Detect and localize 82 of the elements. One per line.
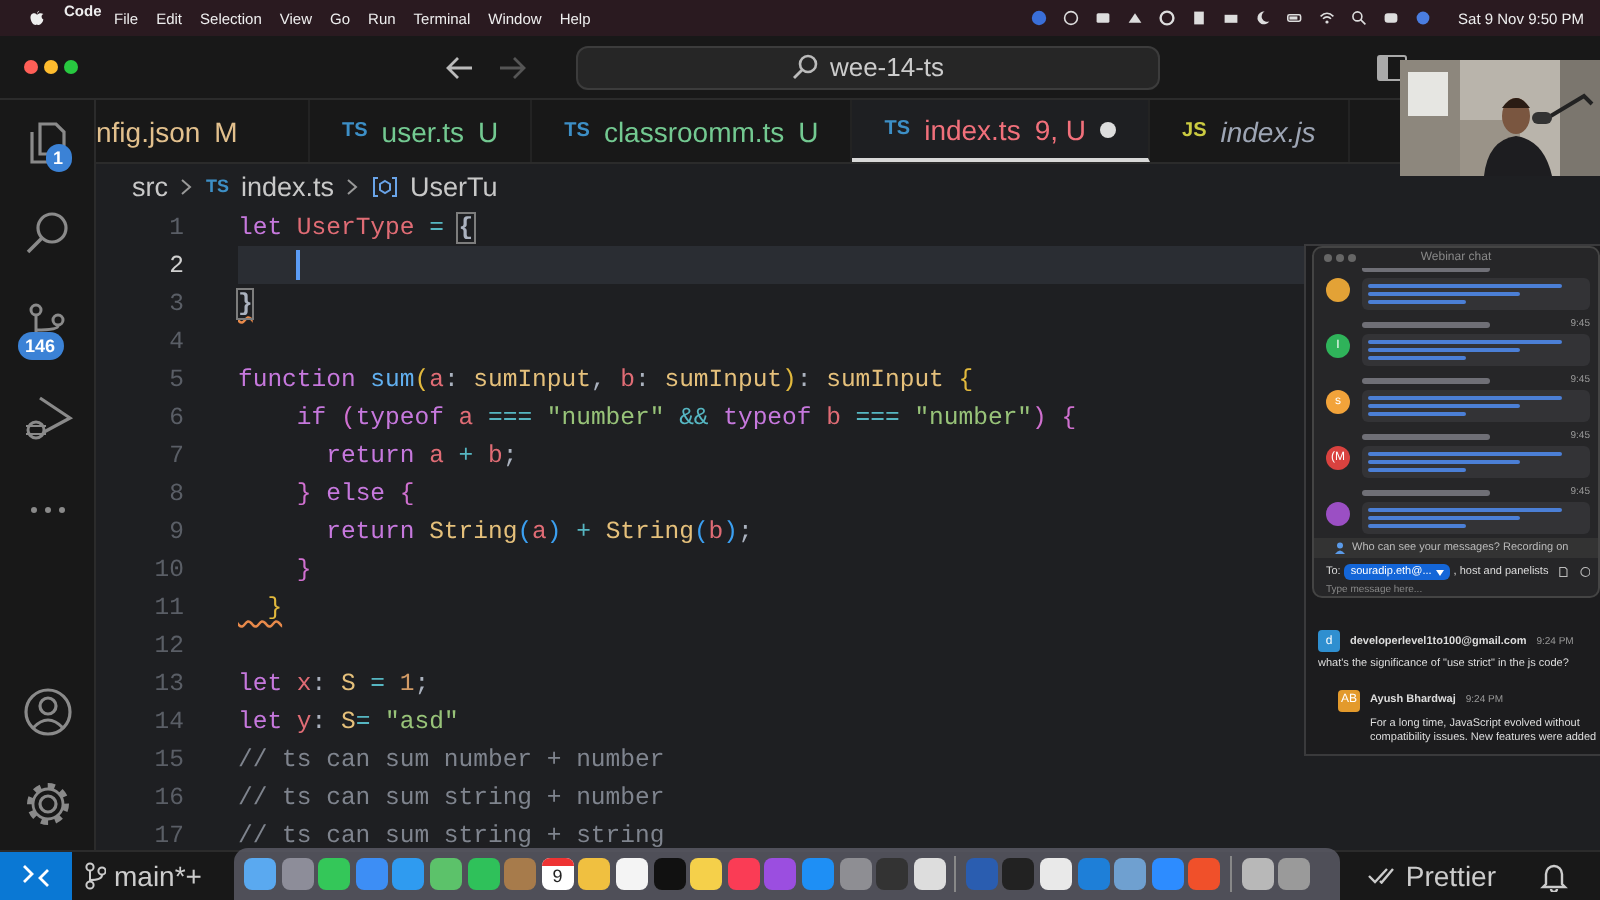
line-number: 15 xyxy=(152,745,184,773)
line-number: 6 xyxy=(167,403,184,431)
line-number: 16 xyxy=(152,783,184,811)
line-number: 3 xyxy=(167,289,184,317)
code-line: } xyxy=(265,593,283,621)
line-number: 10 xyxy=(152,555,184,583)
app-icon[interactable] xyxy=(913,858,946,890)
code-line: } else { xyxy=(294,479,415,507)
sidebar-toggle-icon[interactable] xyxy=(1376,53,1408,81)
battery-icon[interactable] xyxy=(1286,10,1305,26)
zoom-button[interactable] xyxy=(64,60,78,74)
app-icon[interactable] xyxy=(318,858,351,890)
code-line: let y: S= "asd" xyxy=(238,707,459,735)
prettier-status[interactable]: Prettier xyxy=(1367,860,1496,892)
line-number: 1 xyxy=(167,213,184,241)
code-line: // ts can sum string + number xyxy=(238,783,665,811)
account-icon[interactable] xyxy=(21,686,73,738)
breadcrumb-item[interactable]: src xyxy=(132,171,168,201)
editor-tab[interactable]: TS index.ts 9, U xyxy=(852,100,1151,162)
code-line: let x: S = 1; xyxy=(238,669,430,697)
app-icon[interactable] xyxy=(690,858,723,890)
code-line: function sum(a: sumInput, b: sumInput): sumInput { xyxy=(238,365,974,393)
variable-icon xyxy=(372,175,399,197)
bell-icon[interactable] xyxy=(1540,861,1568,891)
editor-tab[interactable]: nfig.json M xyxy=(96,100,310,162)
line-number: 7 xyxy=(167,441,184,469)
text-cursor xyxy=(296,250,300,280)
code-line: let UserType = { xyxy=(238,213,474,241)
app-icon[interactable] xyxy=(578,858,611,890)
code-line: return String(a) + String(b); xyxy=(324,517,753,545)
branch-icon xyxy=(84,862,106,890)
wifi-icon[interactable] xyxy=(1318,10,1337,26)
code-line: return a + b; xyxy=(324,441,518,469)
remote-button[interactable] xyxy=(0,852,72,900)
code-line: // ts can sum number + number xyxy=(238,745,665,773)
line-number: 13 xyxy=(152,669,184,697)
line-number: 2 xyxy=(167,251,184,279)
command-center-search[interactable]: wee-14-ts xyxy=(576,45,1160,89)
run-debug-icon[interactable] xyxy=(21,392,73,444)
check-icon xyxy=(1367,868,1394,884)
notification-badge: 146 xyxy=(17,332,64,360)
app-icon[interactable] xyxy=(467,858,500,890)
code-line: if (typeof a === "number" && typeof b === "number") { xyxy=(294,403,1077,431)
search-icon xyxy=(791,54,818,80)
back-arrow-icon[interactable] xyxy=(444,53,476,81)
code-line: } xyxy=(294,555,312,583)
app-icon[interactable] xyxy=(1040,858,1073,890)
app-icon[interactable] xyxy=(615,858,648,890)
minimize-button[interactable] xyxy=(44,60,58,74)
line-number: 17 xyxy=(152,821,184,849)
forward-arrow-icon[interactable] xyxy=(496,53,528,81)
breadcrumb-item[interactable]: UserTu xyxy=(410,171,498,201)
close-button[interactable] xyxy=(24,60,38,74)
remote-icon xyxy=(22,864,50,888)
line-number: 12 xyxy=(152,631,184,659)
branch-status[interactable]: main*+ xyxy=(84,860,202,892)
settings-icon[interactable] xyxy=(21,778,73,830)
line-number: 9 xyxy=(167,517,184,545)
search-icon[interactable] xyxy=(1350,10,1369,26)
file-type-icon: TS xyxy=(206,176,230,196)
moon-icon[interactable] xyxy=(1254,10,1273,26)
line-number: 8 xyxy=(167,479,184,507)
emoji-icon[interactable] xyxy=(1579,566,1590,578)
chevron-icon xyxy=(346,177,361,195)
calendar-icon[interactable]: 9 xyxy=(541,858,574,890)
line-number: 4 xyxy=(167,327,184,355)
line-number: 11 xyxy=(152,593,184,621)
chevron-icon xyxy=(180,177,194,195)
code-line: // ts can sum string + string xyxy=(238,821,665,849)
app-icon[interactable] xyxy=(244,858,276,890)
line-number: 5 xyxy=(167,365,184,393)
line-number: 14 xyxy=(152,707,184,735)
logo-icon[interactable] xyxy=(28,10,46,26)
caret-icon xyxy=(1435,569,1444,575)
app-icon[interactable] xyxy=(429,858,462,890)
code-line: } xyxy=(238,289,253,317)
file-icon[interactable] xyxy=(1558,566,1570,578)
breadcrumb-item[interactable]: index.ts xyxy=(241,171,335,201)
app-icon[interactable] xyxy=(1241,858,1274,890)
notification-badge: 1 xyxy=(45,144,72,172)
app-icon[interactable] xyxy=(1114,858,1147,890)
person-icon xyxy=(1334,542,1346,554)
